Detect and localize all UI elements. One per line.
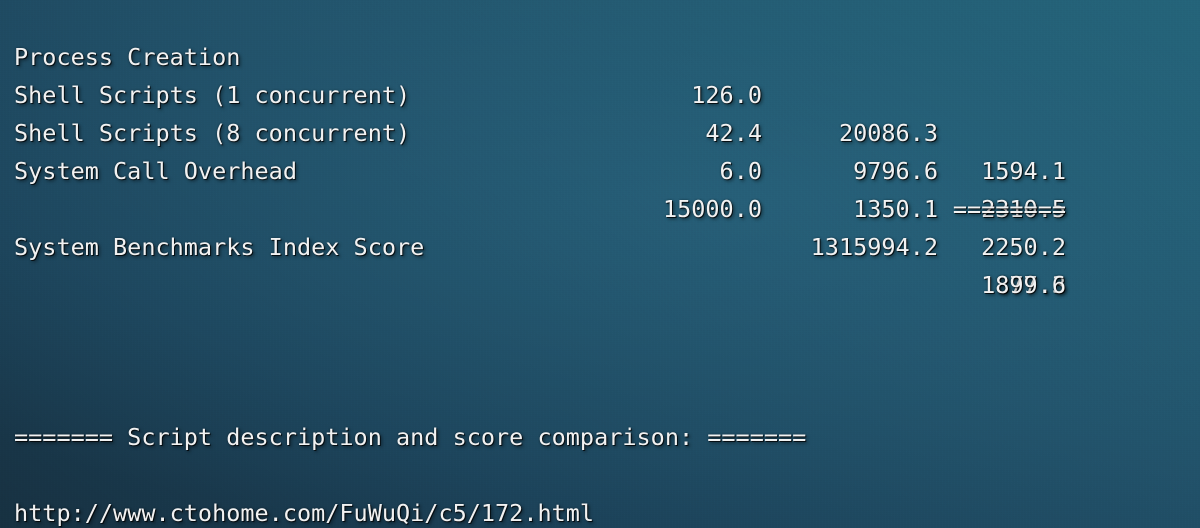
- reference-url[interactable]: http://www.ctohome.com/FuWuQi/c5/172.htm…: [14, 494, 594, 528]
- benchmark-row: System Call Overhead 15000.0 1315994.2 8…: [0, 114, 1200, 299]
- terminal-output: Process Creation 126.0 20086.3 1594.1 Sh…: [0, 0, 1200, 528]
- benchmark-row: Shell Scripts (1 concurrent) 42.4 9796.6…: [0, 38, 1200, 223]
- score-separator-row: ========: [0, 152, 1200, 223]
- url-row: http://www.ctohome.com/FuWuQi/c5/172.htm…: [0, 456, 1200, 527]
- terminal-window[interactable]: Process Creation 126.0 20086.3 1594.1 Sh…: [0, 0, 1200, 528]
- benchmark-row: Process Creation 126.0 20086.3 1594.1: [0, 0, 1200, 185]
- benchmark-row: Shell Scripts (8 concurrent) 6.0 1350.1 …: [0, 76, 1200, 261]
- section-heading: ======= Script description and score com…: [14, 423, 807, 451]
- summary-label: System Benchmarks Index Score: [14, 233, 425, 261]
- benchmark-value: 1315994.2: [810, 233, 938, 261]
- summary-value: 1899.6: [981, 271, 1066, 299]
- section-heading-row: ======= Script description and score com…: [0, 380, 1200, 451]
- summary-row: System Benchmarks Index Score 1899.6: [0, 190, 1200, 299]
